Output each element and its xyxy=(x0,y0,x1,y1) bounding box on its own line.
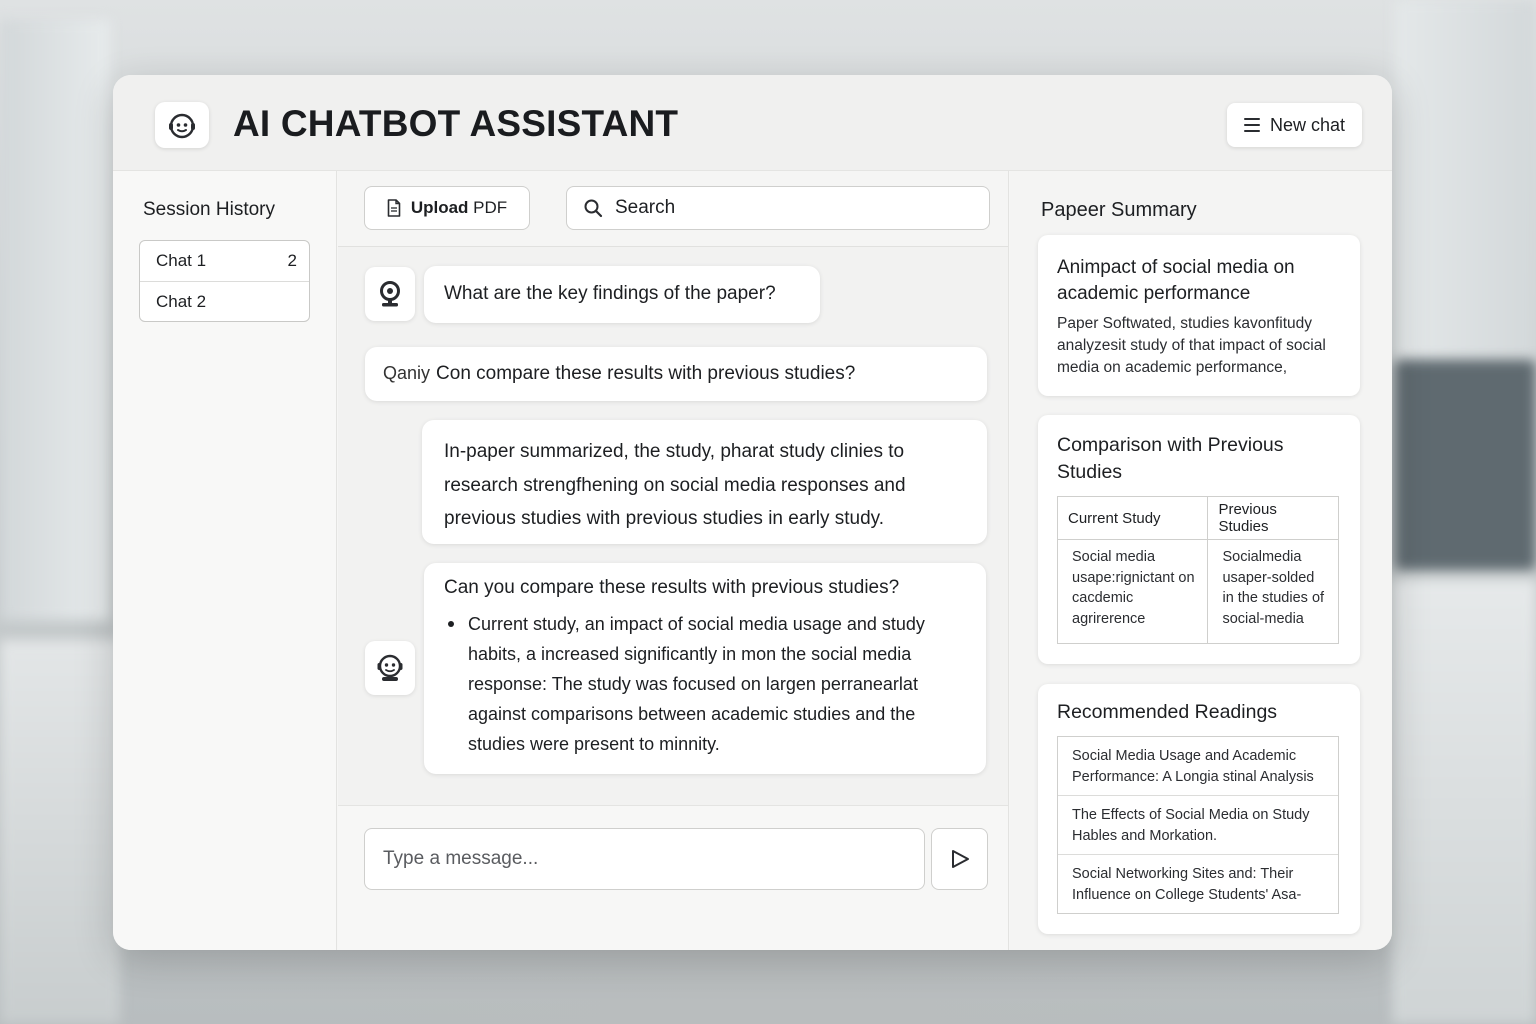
chat-message: What are the key findings of the paper? xyxy=(424,266,820,323)
upload-label-suffix: PDF xyxy=(473,198,508,217)
upload-pdf-button[interactable]: Upload PDF xyxy=(364,186,530,230)
sidebar-title: Session History xyxy=(143,199,275,220)
readings-heading: Recommended Readings xyxy=(1057,701,1278,723)
reading-item[interactable]: Social Networking Sites and: Their Influ… xyxy=(1058,854,1338,913)
table-header: Current Study xyxy=(1056,496,1209,540)
header: AI CHATBOT ASSISTANT New chat xyxy=(113,75,1392,171)
message-bullet: Current study, an impact of social media… xyxy=(446,609,966,759)
search-icon xyxy=(584,199,603,218)
session-sidebar: Session History Chat 1 2 Chat 2 xyxy=(113,171,337,950)
search-input[interactable]: Search xyxy=(566,186,990,230)
user-avatar-icon xyxy=(365,267,415,321)
session-item-chat-2[interactable]: Chat 2 xyxy=(140,281,309,321)
message-composer xyxy=(338,805,1008,950)
session-count-badge: 2 xyxy=(287,251,297,270)
reading-item[interactable]: The Effects of Social Media on Study Hab… xyxy=(1058,795,1338,854)
bot-avatar-icon xyxy=(365,641,415,695)
comparison-card: Comparison with Previous Studies Current… xyxy=(1038,415,1360,664)
session-list: Chat 1 2 Chat 2 xyxy=(139,240,310,322)
message-input[interactable] xyxy=(364,828,925,890)
summary-card: Animpact of social media on academic per… xyxy=(1038,235,1360,396)
send-button[interactable] xyxy=(931,828,988,890)
new-chat-label: New chat xyxy=(1269,114,1346,135)
robot-logo-icon xyxy=(155,102,209,148)
message-text: Can you compare these results with previ… xyxy=(444,577,900,598)
message-prefix: Qaniy xyxy=(383,363,431,383)
document-icon xyxy=(387,199,401,217)
panel-title: Papeer Summary xyxy=(1041,199,1197,221)
new-chat-button[interactable]: New chat xyxy=(1227,103,1362,147)
search-placeholder: Search xyxy=(615,197,676,218)
chat-message: Qaniy Con compare these results with prev… xyxy=(365,347,987,401)
paper-summary-panel: Papeer Summary Animpact of social media … xyxy=(1010,171,1392,950)
summary-body: Paper Softwated, studies kavonfitudy ana… xyxy=(1057,315,1326,376)
app-title: AI CHATBOT ASSISTANT xyxy=(233,103,679,144)
readings-list: Social Media Usage and Academic Performa… xyxy=(1057,736,1339,914)
chat-toolbar: Upload PDF Search xyxy=(338,171,1008,247)
message-text: Con compare these results with previous … xyxy=(436,363,856,384)
reading-item[interactable]: Social Media Usage and Academic Performa… xyxy=(1058,737,1338,795)
send-icon xyxy=(951,850,969,868)
session-label: Chat 1 xyxy=(156,251,207,270)
chat-panel: Upload PDF Search What are the key findi… xyxy=(338,171,1009,950)
summary-heading: Animpact of social media on academic per… xyxy=(1057,257,1295,304)
chat-message: In-paper summarized, the study, pharat s… xyxy=(422,420,987,544)
menu-icon xyxy=(1243,118,1260,132)
session-item-chat-1[interactable]: Chat 1 2 xyxy=(140,241,309,281)
background-window xyxy=(1395,0,1536,360)
app-window: AI CHATBOT ASSISTANT New chat Session Hi… xyxy=(113,75,1392,950)
background-counter xyxy=(0,640,120,1024)
readings-card: Recommended Readings Social Media Usage … xyxy=(1038,684,1360,934)
session-label: Chat 2 xyxy=(156,291,207,311)
upload-label: Upload xyxy=(410,198,469,217)
table-row: Social media usape:rignictant on cacdemi… xyxy=(1056,539,1339,644)
background-window xyxy=(0,20,110,620)
message-bullet-list: Current study, an impact of social media… xyxy=(444,609,966,759)
table-cell: Socialmedia usaper-solded in the studies… xyxy=(1207,539,1339,644)
comparison-table: Current Study Previous Studies Social me… xyxy=(1056,496,1339,644)
table-cell: Social media usape:rignictant on cacdemi… xyxy=(1056,539,1209,644)
comparison-heading: Comparison with Previous Studies xyxy=(1057,434,1284,483)
background-desk xyxy=(1392,580,1536,1024)
background-monitor xyxy=(1395,360,1536,570)
chat-message: Can you compare these results with previ… xyxy=(424,563,986,774)
table-header: Previous Studies xyxy=(1207,496,1339,540)
